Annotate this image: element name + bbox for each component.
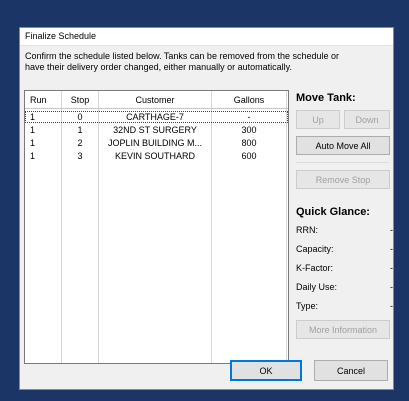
column-header-gallons[interactable]: Gallons bbox=[212, 94, 286, 106]
window-title: Finalize Schedule bbox=[25, 31, 97, 41]
instructions-line-2: have their delivery order changed, eithe… bbox=[25, 62, 292, 72]
kfactor-label: K-Factor: bbox=[296, 263, 334, 273]
instructions-text: Confirm the schedule listed below. Tanks… bbox=[25, 51, 393, 73]
capacity-value: - bbox=[390, 244, 393, 254]
quick-glance-label: Quick Glance: bbox=[296, 206, 370, 218]
table-row[interactable]: 1 1 32ND ST SURGERY 300 bbox=[25, 124, 288, 136]
rrn-label: RRN: bbox=[296, 225, 318, 235]
header-divider bbox=[25, 108, 288, 109]
type-label: Type: bbox=[296, 301, 319, 311]
daily-use-label: Daily Use: bbox=[296, 282, 338, 292]
column-header-run[interactable]: Run bbox=[27, 94, 61, 106]
cell-customer: 32ND ST SURGERY bbox=[113, 125, 197, 135]
cell-gallons: 600 bbox=[241, 151, 257, 161]
title-bar: Finalize Schedule bbox=[20, 28, 393, 46]
capacity-label: Capacity: bbox=[296, 244, 334, 254]
cell-stop: 0 bbox=[77, 112, 83, 122]
column-header-stop[interactable]: Stop bbox=[62, 94, 98, 106]
table-header: Run Stop Customer Gallons bbox=[25, 94, 288, 106]
auto-move-all-button[interactable]: Auto Move All bbox=[296, 136, 390, 155]
instructions-line-1: Confirm the schedule listed below. Tanks… bbox=[25, 51, 340, 61]
cell-run: 1 bbox=[30, 138, 36, 148]
cell-gallons: 300 bbox=[241, 125, 257, 135]
table-row[interactable]: 1 0 CARTHAGE-7 - bbox=[25, 111, 288, 123]
table-row[interactable]: 1 2 JOPLIN BUILDING M... 800 bbox=[25, 137, 288, 149]
remove-stop-button[interactable]: Remove Stop bbox=[296, 170, 390, 189]
move-up-button[interactable]: Up bbox=[296, 110, 340, 129]
cell-stop: 2 bbox=[77, 138, 83, 148]
cell-gallons: 800 bbox=[241, 138, 257, 148]
cell-run: 1 bbox=[30, 151, 36, 161]
column-header-customer[interactable]: Customer bbox=[99, 94, 211, 106]
cell-stop: 3 bbox=[77, 151, 83, 161]
more-information-button[interactable]: More Information bbox=[296, 320, 390, 339]
cancel-button[interactable]: Cancel bbox=[314, 360, 388, 381]
cell-stop: 1 bbox=[77, 125, 83, 135]
move-tank-label: Move Tank: bbox=[296, 92, 356, 104]
schedule-table[interactable]: Run Stop Customer Gallons 1 0 CARTHAGE-7… bbox=[24, 90, 289, 364]
type-value: - bbox=[390, 301, 393, 311]
cell-gallons: - bbox=[247, 112, 251, 122]
finalize-schedule-dialog: Finalize Schedule Confirm the schedule l… bbox=[19, 27, 394, 390]
ok-button[interactable]: OK bbox=[230, 360, 302, 381]
kfactor-value: - bbox=[390, 263, 393, 273]
cell-customer: KEVIN SOUTHARD bbox=[114, 151, 195, 161]
cell-run: 1 bbox=[30, 125, 36, 135]
cell-run: 1 bbox=[30, 112, 36, 122]
rrn-value: - bbox=[390, 225, 393, 235]
table-row[interactable]: 1 3 KEVIN SOUTHARD 600 bbox=[25, 150, 288, 162]
cell-customer: CARTHAGE-7 bbox=[126, 112, 184, 122]
daily-use-value: - bbox=[390, 282, 393, 292]
divider bbox=[296, 162, 389, 163]
cell-customer: JOPLIN BUILDING M... bbox=[107, 138, 203, 148]
move-down-button[interactable]: Down bbox=[344, 110, 390, 129]
